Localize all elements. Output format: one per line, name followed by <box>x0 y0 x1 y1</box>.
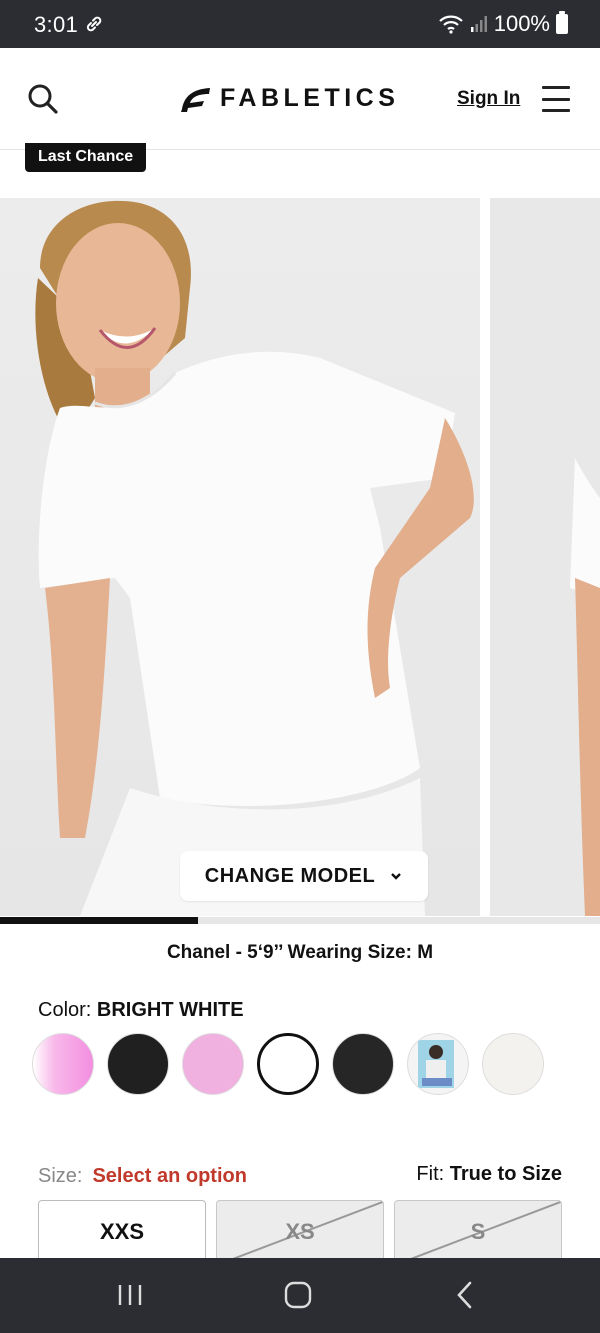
model-photo <box>35 200 474 916</box>
change-model-label: CHANGE MODEL <box>204 864 376 887</box>
model-info: Chanel - 5‘9’’ Wearing Size: M <box>166 942 434 963</box>
logo-mark-icon <box>181 87 210 112</box>
swatch-pink-gradient[interactable] <box>32 1033 94 1095</box>
status-time: 3:01 <box>34 12 79 37</box>
color-label: Color: BRIGHT WHITE <box>38 999 244 1021</box>
link-icon <box>86 16 102 32</box>
search-icon[interactable] <box>26 82 60 116</box>
gallery-progress <box>0 917 600 924</box>
gallery-progress-fill <box>0 917 198 924</box>
back-icon[interactable] <box>446 1278 486 1312</box>
photo-print-pattern <box>418 1040 454 1088</box>
recent-apps-icon[interactable] <box>110 1278 150 1312</box>
product-photo-next[interactable] <box>490 198 600 916</box>
status-indicators: 100% <box>438 11 568 37</box>
sign-in-link[interactable]: Sign In <box>457 88 520 110</box>
fabletics-logo[interactable]: FABLETICS <box>180 84 399 113</box>
size-options: XXS XS S <box>38 1200 562 1264</box>
system-nav-bar <box>0 1258 600 1333</box>
site-header: FABLETICS Sign In <box>0 48 600 150</box>
swatch-black[interactable] <box>107 1033 169 1095</box>
status-bar: 3:01 100% <box>0 0 600 48</box>
last-chance-badge: Last Chance <box>25 143 147 172</box>
swatch-light-pink[interactable] <box>182 1033 244 1095</box>
size-label: Size: Select an option <box>38 1165 247 1187</box>
wifi-icon <box>438 15 463 34</box>
size-error-text: Select an option <box>92 1165 247 1187</box>
size-option-s[interactable]: S <box>394 1200 562 1264</box>
chevron-down-icon <box>391 873 402 880</box>
size-option-xxs[interactable]: XXS <box>38 1200 206 1264</box>
home-icon[interactable] <box>278 1278 318 1312</box>
product-photo-main[interactable] <box>0 198 480 916</box>
fit-label: Fit: True to Size <box>416 1163 562 1185</box>
menu-icon[interactable] <box>542 86 570 112</box>
swatch-off-white[interactable] <box>482 1033 544 1095</box>
selected-color: BRIGHT WHITE <box>96 999 244 1021</box>
swatch-black-2[interactable] <box>332 1033 394 1095</box>
swatch-photo-print[interactable] <box>407 1033 469 1095</box>
model-photo-2 <box>570 458 600 916</box>
logo-text: FABLETICS <box>220 84 400 112</box>
size-option-xs[interactable]: XS <box>216 1200 384 1264</box>
product-gallery[interactable]: CHANGE MODEL <box>0 198 600 918</box>
battery-icon <box>556 11 568 34</box>
color-swatches <box>32 1033 544 1095</box>
swatch-bright-white[interactable] <box>257 1033 319 1095</box>
change-model-button[interactable]: CHANGE MODEL <box>180 851 428 901</box>
battery-percent: 100% <box>493 11 550 36</box>
signal-icon <box>470 16 487 32</box>
fit-value: True to Size <box>449 1163 562 1185</box>
product-page: 3:01 100% FABLETICS Sign In Last Chance … <box>0 0 600 1333</box>
